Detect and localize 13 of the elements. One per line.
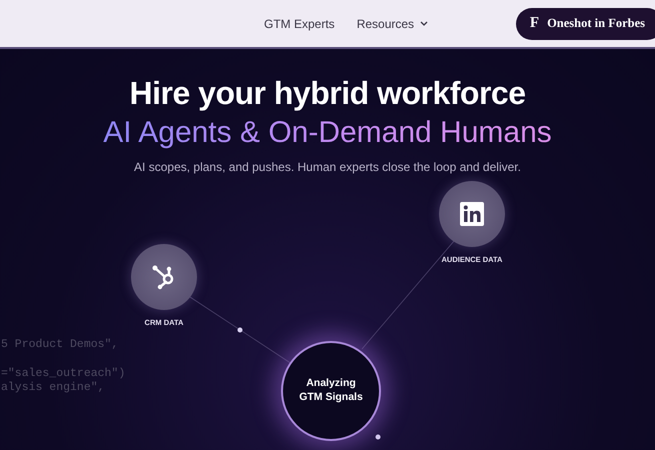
logo-letter: F — [530, 15, 540, 32]
forbes-button[interactable]: F Oneshot in Forbes — [516, 8, 655, 40]
code-line: 5 Product Demos", — [1, 338, 120, 352]
hero-subtitle: AI scopes, plans, and pushes. Human experts close the loop and deliver. — [134, 160, 521, 174]
signal-dot — [376, 434, 380, 440]
signal-dot — [238, 328, 242, 332]
nav-link[interactable]: GTM Experts — [264, 16, 335, 30]
code-line: ="sales_outreach") — [1, 366, 126, 381]
hero-title: Hire your hybrid workforce — [130, 75, 526, 112]
code-line: alysis engine", — [1, 381, 106, 396]
nav-link[interactable]: Resources — [356, 16, 428, 30]
center-label: Analyzing GTM Signals — [299, 377, 363, 405]
linkedin-icon — [460, 202, 484, 226]
